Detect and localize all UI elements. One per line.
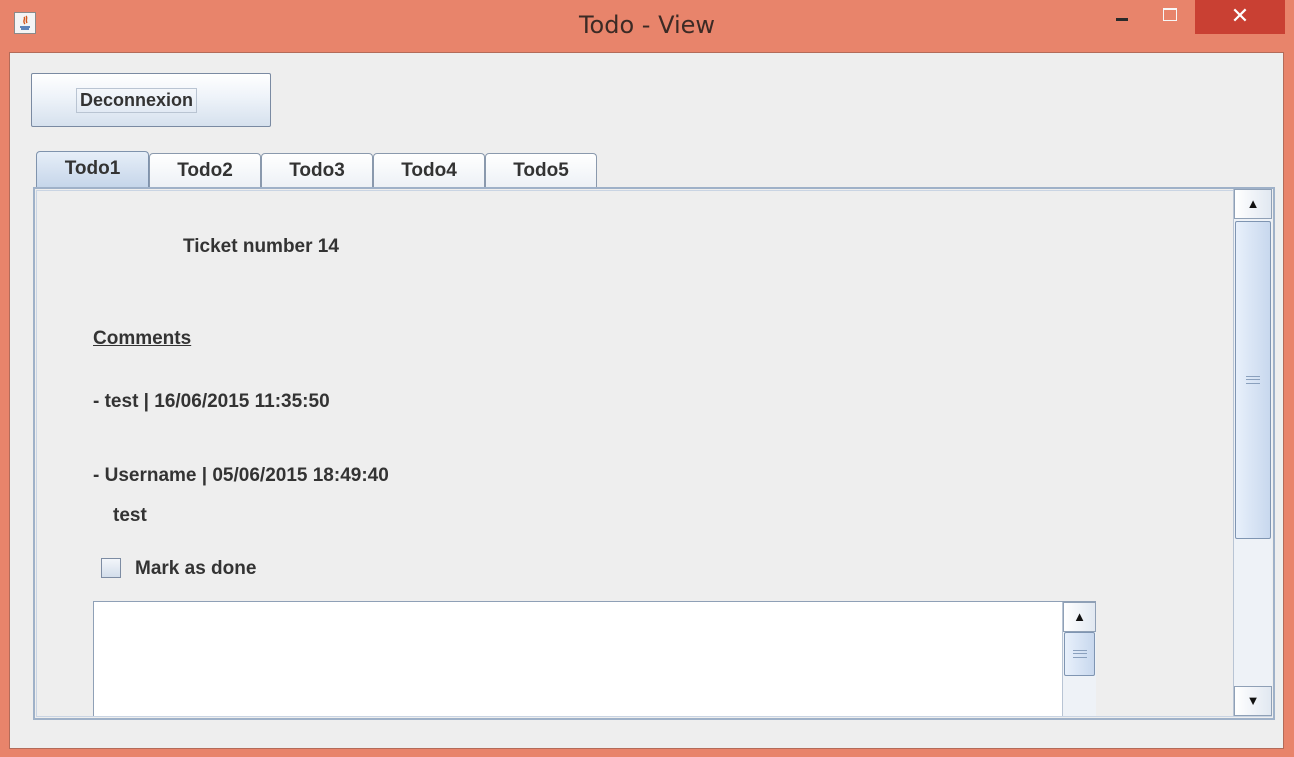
grip-icon <box>1246 376 1260 384</box>
mark-done-label[interactable]: Mark as done <box>135 558 256 580</box>
minimize-icon <box>1116 18 1128 21</box>
deconnexion-label: Deconnexion <box>76 88 198 113</box>
tab-todo2[interactable]: Todo2 <box>149 153 261 187</box>
new-comment-input[interactable] <box>94 602 1062 716</box>
arrow-up-icon: ▲ <box>1246 196 1260 211</box>
title-bar: Todo - View ✕ <box>0 0 1294 52</box>
scroll-up-button[interactable]: ▲ <box>1234 189 1272 219</box>
window-client-area: Deconnexion Todo1 Todo2 Todo3 Todo4 Todo… <box>9 52 1284 749</box>
close-icon: ✕ <box>1230 3 1250 28</box>
comments-heading: Comments <box>93 328 192 349</box>
tab-todo4[interactable]: Todo4 <box>373 153 485 187</box>
close-button[interactable]: ✕ <box>1195 0 1285 34</box>
arrow-up-icon: ▲ <box>1073 609 1086 624</box>
maximize-button[interactable] <box>1148 0 1192 34</box>
comment-header: - Username | 05/06/2015 18:49:40 <box>93 465 389 486</box>
ticket-title: Ticket number 14 <box>183 236 339 257</box>
comment-header: - test | 16/06/2015 11:35:50 <box>93 391 330 412</box>
scroll-down-button[interactable]: ▼ <box>1234 686 1272 716</box>
grip-icon <box>1072 650 1087 658</box>
arrow-down-icon: ▼ <box>1246 693 1260 708</box>
minimize-button[interactable] <box>1100 0 1144 34</box>
tab-todo5[interactable]: Todo5 <box>485 153 597 187</box>
new-comment-area: ▲ <box>93 601 1096 716</box>
tab-todo1[interactable]: Todo1 <box>36 151 149 187</box>
panel-scroll-thumb[interactable] <box>1235 221 1271 539</box>
scroll-up-button[interactable]: ▲ <box>1063 602 1096 632</box>
comment-body: test <box>113 505 147 526</box>
panel-scrollbar[interactable]: ▲ ▼ <box>1233 189 1272 716</box>
comment-scroll-thumb[interactable] <box>1064 632 1095 676</box>
tab-todo3[interactable]: Todo3 <box>261 153 373 187</box>
todo-tab-panel: Ticket number 14 Comments - test | 16/06… <box>33 187 1275 720</box>
deconnexion-button[interactable]: Deconnexion <box>31 73 271 127</box>
comment-scrollbar[interactable]: ▲ <box>1062 602 1096 716</box>
mark-done-checkbox[interactable] <box>101 558 121 578</box>
ticket-scroll-content: Ticket number 14 Comments - test | 16/06… <box>35 189 1233 716</box>
maximize-icon <box>1163 8 1177 21</box>
